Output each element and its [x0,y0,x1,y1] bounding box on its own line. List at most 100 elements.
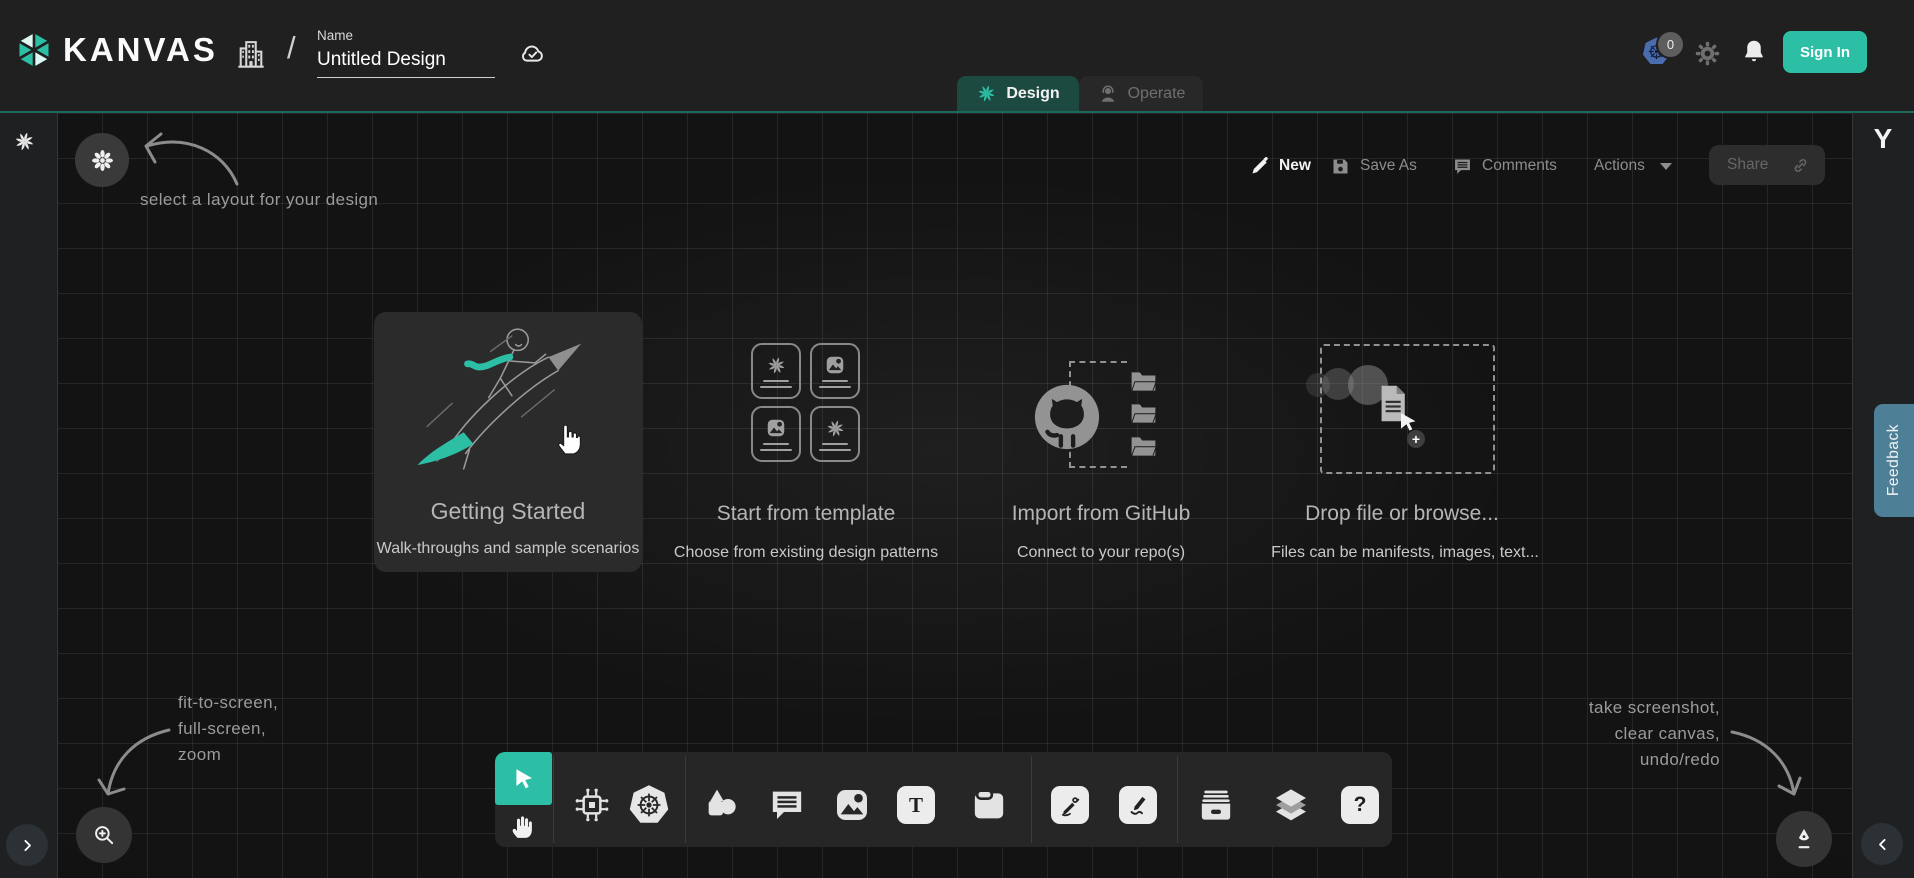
pen-nib-icon [1791,826,1817,852]
rocket-doodle-illustration [402,318,614,483]
chevron-left-icon [1874,836,1891,853]
layers-tool-button[interactable] [1271,785,1311,825]
design-name-input[interactable] [317,47,495,78]
toolbar-divider [1031,756,1032,843]
help-button[interactable]: ? [1341,786,1379,824]
organization-building-icon[interactable] [232,35,270,73]
toolbar-divider [1177,756,1178,843]
tab-operate-label: Operate [1128,85,1186,103]
save-as-button[interactable]: Save As [1330,150,1417,182]
notifications-bell-icon[interactable] [1740,37,1768,65]
bottom-left-hint-text: fit-to-screen, full-screen, zoom [178,690,278,768]
repo-folder-icon [1128,400,1159,425]
card-github-subtitle: Connect to your repo(s) [1017,544,1185,562]
kanvas-logo-icon [14,30,54,70]
expand-left-panel-button[interactable] [6,824,48,866]
note-tool-button[interactable] [969,785,1009,825]
toolbar-divider [553,756,554,843]
design-swirl-icon [976,83,997,104]
breadcrumb-separator: / [287,30,296,66]
layout-picker-button[interactable] [75,133,129,187]
card-template-title[interactable]: Start from template [717,502,896,526]
share-link-icon [1791,156,1810,175]
sign-in-button[interactable]: Sign In [1783,31,1867,73]
tab-design-label: Design [1006,85,1059,103]
pencil-draw-tool-button[interactable] [1119,786,1157,824]
card-getting-started-subtitle: Walk-throughs and sample scenarios [377,540,640,558]
template-tile[interactable] [810,406,860,462]
toolbar-divider [685,756,686,843]
card-getting-started[interactable] [374,312,642,572]
brand[interactable]: KANVAS [14,30,218,70]
text-tool-button[interactable]: T [897,786,935,824]
pencil-scribble-icon [1123,790,1153,820]
layout-flower-icon [89,147,116,174]
actions-label: Actions [1594,157,1645,175]
design-name-field: Name [317,28,495,78]
template-tile[interactable] [810,343,860,399]
design-name-label: Name [317,28,495,43]
hand-cursor-icon [556,420,584,456]
template-swirl-icon [766,355,787,376]
pen-hint-arrow [1722,718,1810,806]
expand-right-panel-button[interactable] [1861,823,1903,865]
comments-label: Comments [1482,157,1557,175]
chevron-right-icon [19,837,36,854]
feedback-tab[interactable]: Feedback [1874,404,1914,517]
brand-name: KANVAS [63,31,218,69]
comments-button[interactable]: Comments [1452,150,1557,182]
github-octocat-icon [1032,382,1102,452]
feedback-label: Feedback [1885,424,1903,496]
share-button[interactable]: Share [1709,145,1825,185]
canvas-swirl-icon[interactable] [13,130,36,153]
template-swirl-icon [825,418,846,439]
template-tile[interactable] [751,343,801,399]
comment-tool-button[interactable] [767,785,807,825]
repo-folder-icon [1128,433,1159,458]
card-drop-subtitle: Files can be manifests, images, text... [1271,544,1539,562]
pen-tools-button[interactable] [1776,811,1832,867]
template-image-icon [765,417,787,439]
shapes-tool-button[interactable] [701,785,741,825]
save-as-label: Save As [1360,157,1417,175]
tab-operate[interactable]: Operate [1079,76,1203,111]
comments-bubble-icon [1452,156,1473,177]
archive-drawer-tool-button[interactable] [1196,785,1236,825]
card-template-subtitle: Choose from existing design patterns [674,544,938,562]
template-image-icon [824,354,846,376]
card-getting-started-title[interactable]: Getting Started [431,498,586,525]
zoom-hint-arrow [95,718,177,806]
pen-path-icon [1055,790,1085,820]
cursor-arrow-icon [511,766,537,792]
cloud-sync-icon [517,38,548,69]
new-button[interactable]: New [1250,150,1311,182]
left-rail [0,113,58,878]
design-canvas[interactable]: Y New Save As Comments Actions Share sel… [0,111,1914,878]
image-tool-button[interactable] [832,785,872,825]
tools-toolbar: T ? [495,752,1392,847]
repo-folder-icon [1128,368,1159,393]
card-drop-title[interactable]: Drop file or browse... [1305,502,1499,526]
share-label: Share [1727,156,1768,174]
app-header: KANVAS / Name Design Operate 0 Sign In [0,0,1914,111]
select-tool-button[interactable] [495,752,552,805]
pen-path-tool-button[interactable] [1051,786,1089,824]
zoom-in-icon [91,822,117,848]
actions-dropdown[interactable]: Actions [1594,150,1672,182]
new-pencil-icon [1250,156,1270,176]
tab-design[interactable]: Design [957,76,1079,111]
kubernetes-tool-button[interactable] [627,783,671,827]
pan-hand-tool-button[interactable] [508,811,538,841]
component-chip-tool-button[interactable] [572,785,612,825]
y-panel-icon[interactable]: Y [1852,123,1914,155]
template-tile[interactable] [751,406,801,462]
notifications-count-badge: 0 [1656,30,1685,59]
new-label: New [1279,157,1311,175]
text-tool-glyph: T [909,793,923,818]
bottom-right-hint-text: take screenshot, clear canvas, undo/redo [1589,695,1720,773]
operator-headset-icon [1097,83,1119,105]
plus-badge-icon: + [1407,430,1425,448]
zoom-button[interactable] [76,807,132,863]
card-github-title[interactable]: Import from GitHub [1012,502,1191,526]
settings-gear-icon[interactable] [1694,40,1721,67]
